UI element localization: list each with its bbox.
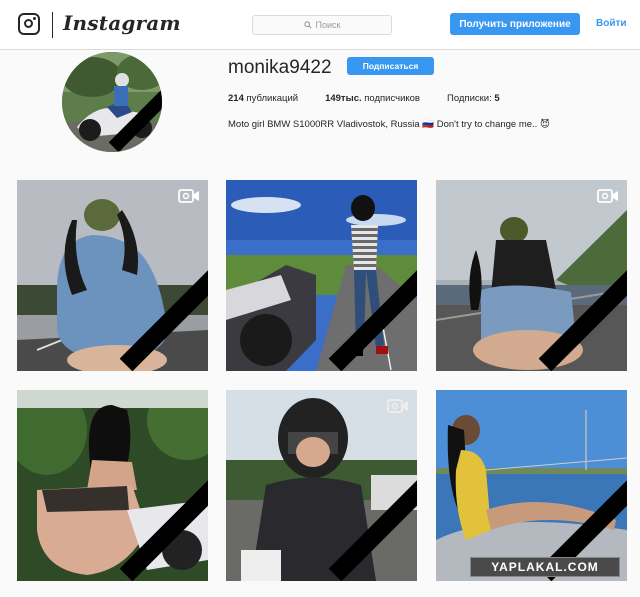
post-tile[interactable] — [17, 390, 208, 581]
instagram-camera-icon[interactable] — [18, 13, 40, 35]
followers-count: 149тыс. — [325, 93, 362, 104]
profile-username: monika9422 — [228, 57, 332, 78]
get-app-button[interactable]: Получить приложение — [450, 13, 580, 35]
profile-avatar[interactable] — [62, 52, 162, 152]
post-tile[interactable] — [226, 180, 417, 371]
post-image — [17, 180, 208, 371]
video-icon — [597, 189, 618, 203]
follow-button[interactable]: Подписаться — [347, 57, 434, 75]
search-input[interactable]: Поиск — [252, 15, 392, 35]
video-icon — [387, 399, 408, 413]
profile-stats: 214 публикаций 149тыс. подписчиков Подпи… — [228, 93, 527, 104]
followers-label: подписчиков — [364, 93, 420, 104]
posts-count: 214 — [228, 93, 244, 104]
login-link[interactable]: Войти — [596, 18, 627, 29]
posts-label: публикаций — [246, 93, 299, 104]
posts-stat: 214 публикаций — [228, 93, 298, 104]
followers-stat[interactable]: 149тыс. подписчиков — [325, 93, 420, 104]
profile-bio: Moto girl BMW S1000RR Vladivostok, Russi… — [228, 119, 550, 130]
post-tile[interactable] — [226, 390, 417, 581]
post-image — [436, 390, 627, 581]
post-image — [436, 180, 627, 371]
site-watermark: YAPLAKAL.COM — [470, 557, 620, 577]
instagram-wordmark[interactable]: Instagram — [63, 11, 181, 35]
post-image — [17, 390, 208, 581]
post-image — [226, 390, 417, 581]
video-icon — [178, 189, 199, 203]
top-navigation-bar: Instagram Поиск Получить приложение Войт… — [0, 0, 640, 50]
following-label: Подписки: — [446, 93, 492, 104]
post-tile[interactable] — [17, 180, 208, 371]
search-icon — [303, 21, 312, 29]
following-stat[interactable]: Подписки: 5 — [447, 93, 500, 104]
following-count: 5 — [494, 93, 500, 104]
post-tile[interactable] — [436, 390, 627, 581]
search-placeholder: Поиск — [315, 20, 341, 30]
post-tile[interactable] — [436, 180, 627, 371]
logo-divider — [52, 12, 53, 38]
avatar-image — [62, 52, 162, 152]
post-image — [226, 180, 417, 371]
